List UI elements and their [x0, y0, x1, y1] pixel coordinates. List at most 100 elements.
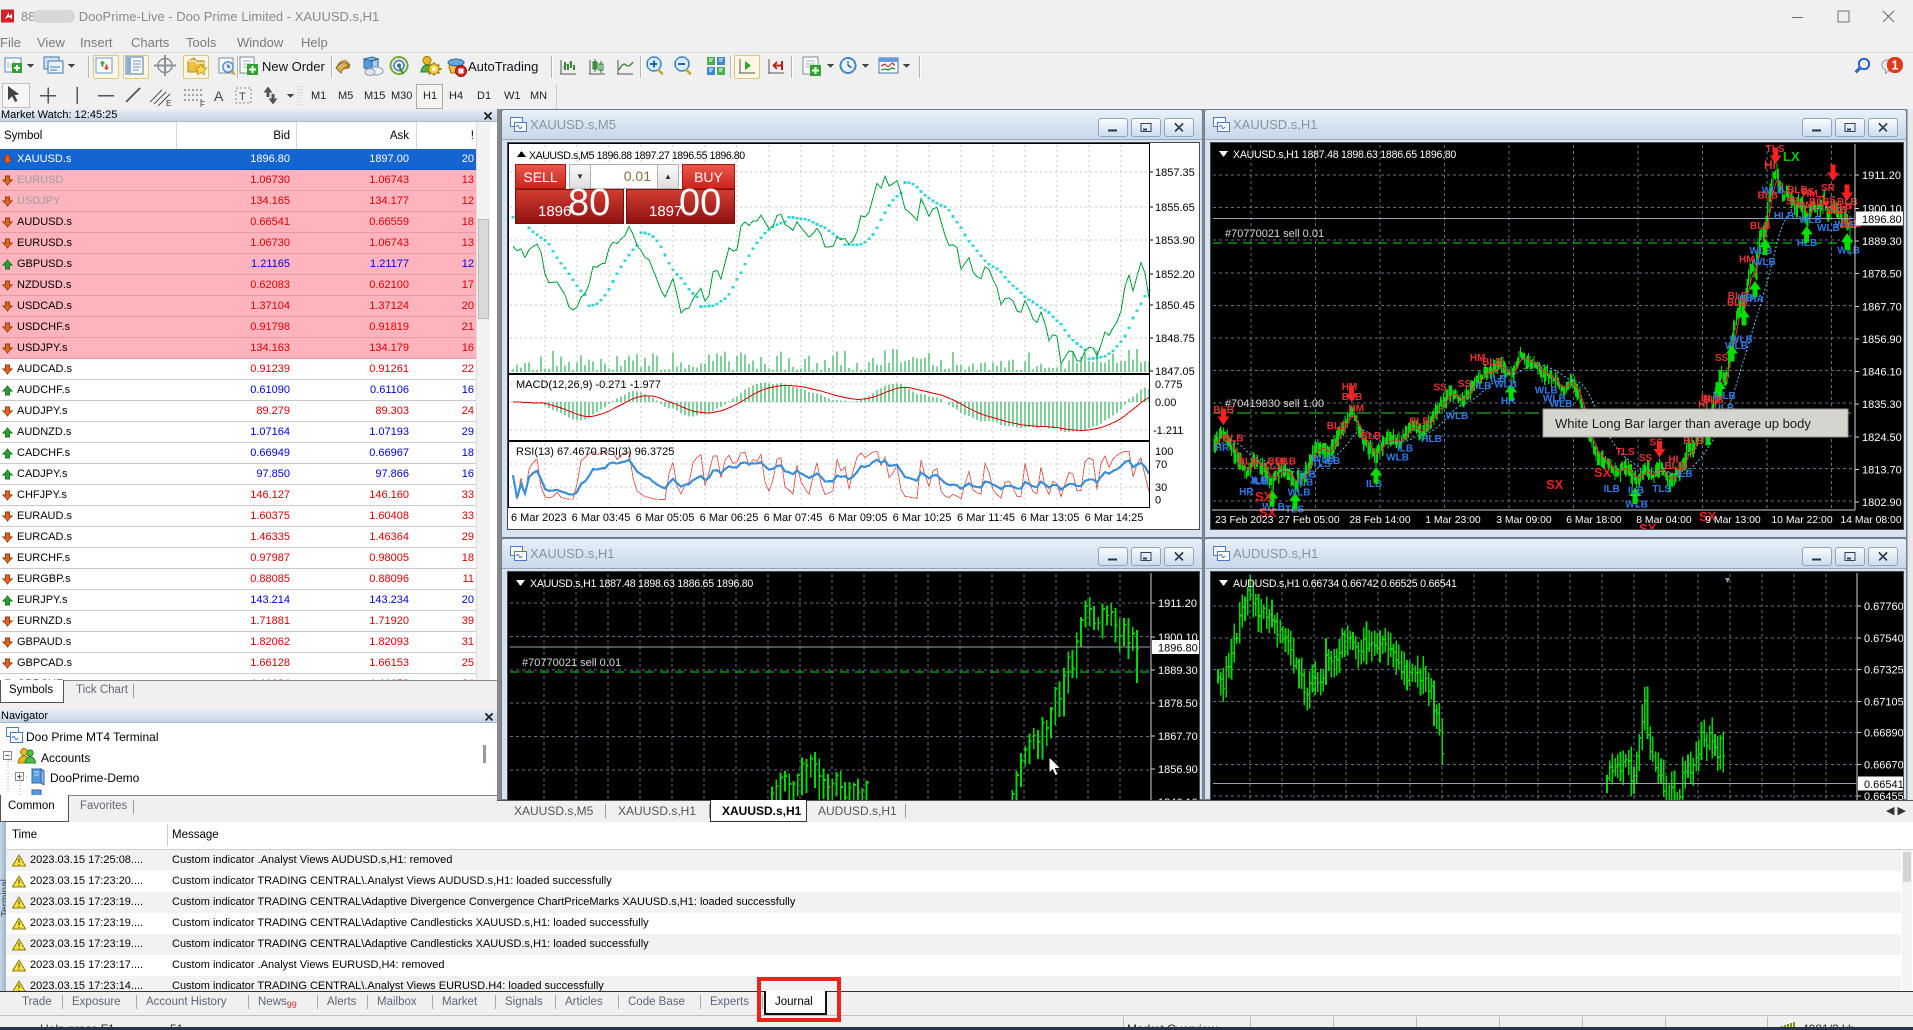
- svg-text:0.66890: 0.66890: [1864, 728, 1904, 740]
- svg-text:9 Mar 13:00: 9 Mar 13:00: [1705, 515, 1761, 526]
- svg-text:1911.20: 1911.20: [1158, 598, 1197, 610]
- svg-text:0.67325: 0.67325: [1864, 664, 1904, 676]
- svg-text:1896.80: 1896.80: [1158, 643, 1198, 655]
- svg-text:E: E: [166, 99, 171, 108]
- svg-text:1847.05: 1847.05: [1155, 366, 1195, 378]
- svg-text:SX: SX: [1594, 465, 1612, 480]
- svg-text:6 Mar 2023: 6 Mar 2023: [511, 512, 567, 524]
- svg-text:SX: SX: [1255, 489, 1273, 504]
- svg-text:SR: SR: [1821, 183, 1836, 194]
- svg-text:28 Feb 14:00: 28 Feb 14:00: [1349, 515, 1410, 526]
- svg-text:0.66541: 0.66541: [1864, 779, 1904, 791]
- svg-text:SS: SS: [1434, 383, 1448, 394]
- svg-text:BLB: BLB: [1238, 457, 1259, 468]
- svg-text:ILB: ILB: [1677, 469, 1693, 480]
- svg-text:6 Mar 10:25: 6 Mar 10:25: [893, 512, 952, 524]
- svg-text:ILB: ILB: [1490, 374, 1506, 385]
- svg-text:1896.80: 1896.80: [1862, 214, 1902, 226]
- svg-text:SS: SS: [1715, 353, 1729, 364]
- svg-text:BLB: BLB: [1482, 357, 1503, 368]
- svg-text:BLB: BLB: [1703, 395, 1724, 406]
- svg-text:1848.75: 1848.75: [1155, 333, 1195, 345]
- svg-text:ILB: ILB: [1604, 484, 1620, 495]
- svg-text:BLB: BLB: [1268, 456, 1289, 467]
- svg-text:1889.30: 1889.30: [1862, 236, 1902, 248]
- svg-text:0.67540: 0.67540: [1864, 633, 1904, 645]
- svg-text:6 Mar 06:25: 6 Mar 06:25: [700, 512, 759, 524]
- svg-text:XAUUSD.s,H1 1887.48 1898.63 1: XAUUSD.s,H1 1887.48 1898.63 1886.65 1896…: [1233, 149, 1456, 161]
- svg-text:1857.35: 1857.35: [1155, 167, 1195, 179]
- svg-text:27 Feb 05:00: 27 Feb 05:00: [1278, 515, 1339, 526]
- svg-text:BLB: BLB: [1683, 436, 1704, 447]
- svg-text:0.775: 0.775: [1155, 379, 1183, 391]
- svg-text:23 Feb 2023: 23 Feb 2023: [1215, 515, 1274, 526]
- svg-text:0.00: 0.00: [1155, 397, 1176, 409]
- svg-text:BLB: BLB: [1750, 221, 1771, 232]
- svg-text:1813.70: 1813.70: [1862, 464, 1902, 476]
- svg-text:1889.30: 1889.30: [1158, 665, 1198, 677]
- svg-text:1878.50: 1878.50: [1862, 269, 1902, 281]
- svg-text:#70770021 sell 0.01: #70770021 sell 0.01: [1225, 228, 1324, 240]
- svg-text:WLB: WLB: [1446, 411, 1469, 422]
- svg-text:SX: SX: [1546, 477, 1564, 492]
- svg-text:8 Mar 04:00: 8 Mar 04:00: [1636, 515, 1692, 526]
- svg-text:6 Mar 05:05: 6 Mar 05:05: [636, 512, 695, 524]
- svg-text:MACD(12,26,9) -0.271 -1.977: MACD(12,26,9) -0.271 -1.977: [516, 379, 661, 391]
- svg-text:1852.20: 1852.20: [1155, 269, 1195, 281]
- svg-text:0: 0: [1155, 495, 1161, 507]
- svg-text:BLB: BLB: [1758, 190, 1779, 201]
- svg-text:WLB: WLB: [1730, 334, 1753, 345]
- svg-text:ILB: ILB: [1628, 486, 1644, 497]
- svg-text:XAUUSD.s,M5 1896.88 1897.27 1: XAUUSD.s,M5 1896.88 1897.27 1896.55 1896…: [529, 150, 745, 162]
- svg-text:HLB: HLB: [1774, 211, 1795, 222]
- svg-text:BLB: BLB: [1327, 421, 1348, 432]
- svg-text:A: A: [214, 88, 224, 104]
- svg-text:1835.30: 1835.30: [1862, 399, 1902, 411]
- svg-text:WLB: WLB: [1386, 452, 1409, 463]
- svg-text:6 Mar 18:00: 6 Mar 18:00: [1566, 515, 1622, 526]
- svg-text:T: T: [239, 91, 246, 103]
- svg-text:SS: SS: [1458, 379, 1472, 390]
- svg-text:0.67760: 0.67760: [1864, 601, 1904, 613]
- svg-text:AUDUSD.s,H1 0.66734 0.66742 0: AUDUSD.s,H1 0.66734 0.66742 0.66525 0.66…: [1233, 578, 1457, 590]
- svg-text:White Long Bar larger than ave: White Long Bar larger than average up bo…: [1555, 416, 1811, 431]
- svg-text:BLB: BLB: [1342, 392, 1363, 403]
- svg-text:6 Mar 07:45: 6 Mar 07:45: [764, 512, 823, 524]
- svg-text:6 Mar 14:25: 6 Mar 14:25: [1085, 512, 1144, 524]
- svg-text:70: 70: [1155, 459, 1167, 471]
- svg-text:WLB: WLB: [1288, 488, 1311, 499]
- svg-text:100: 100: [1155, 446, 1173, 458]
- svg-text:XAUUSD.s,H1 1887.48 1898.63 1: XAUUSD.s,H1 1887.48 1898.63 1886.65 1896…: [530, 578, 753, 590]
- svg-text:HM: HM: [1739, 255, 1755, 266]
- svg-text:1802.90: 1802.90: [1862, 497, 1902, 509]
- svg-text:HR: HR: [1215, 443, 1230, 454]
- svg-text:ILB: ILB: [1297, 478, 1313, 489]
- svg-text:TLS: TLS: [1652, 484, 1671, 495]
- svg-text:TLS: TLS: [1616, 447, 1635, 458]
- svg-text:ILB: ILB: [1475, 381, 1491, 392]
- svg-text:SS: SS: [1801, 187, 1815, 198]
- svg-text:-1.211: -1.211: [1153, 425, 1183, 437]
- svg-text:1867.70: 1867.70: [1862, 301, 1902, 313]
- svg-text:WLB: WLB: [1312, 454, 1335, 465]
- svg-text:WLB: WLB: [1817, 223, 1840, 234]
- svg-text:WLB: WLB: [1535, 386, 1558, 397]
- svg-text:30: 30: [1155, 482, 1167, 494]
- svg-text:1824.50: 1824.50: [1862, 432, 1902, 444]
- svg-text:6 Mar 13:05: 6 Mar 13:05: [1021, 512, 1080, 524]
- svg-text:HI: HI: [1764, 158, 1776, 172]
- svg-text:ILB: ILB: [1253, 476, 1269, 487]
- svg-text:1855.65: 1855.65: [1155, 202, 1195, 214]
- svg-text:3 Mar 09:00: 3 Mar 09:00: [1496, 515, 1552, 526]
- svg-text:1878.50: 1878.50: [1158, 698, 1198, 710]
- svg-text:10 Mar 22:00: 10 Mar 22:00: [1771, 515, 1832, 526]
- svg-text:BLB: BLB: [1223, 433, 1244, 444]
- svg-text:1: 1: [1892, 59, 1899, 73]
- svg-text:1 Mar 23:00: 1 Mar 23:00: [1425, 515, 1481, 526]
- svg-text:LX: LX: [1783, 149, 1800, 164]
- svg-text:HM: HM: [1348, 403, 1364, 414]
- svg-text:1846.10: 1846.10: [1862, 367, 1902, 379]
- svg-text:RSI(13) 67.4670 RSI(3) 96.372: RSI(13) 67.4670 RSI(3) 96.3725: [516, 446, 674, 458]
- svg-text:SS: SS: [1639, 453, 1653, 464]
- svg-text:0.67105: 0.67105: [1864, 696, 1904, 708]
